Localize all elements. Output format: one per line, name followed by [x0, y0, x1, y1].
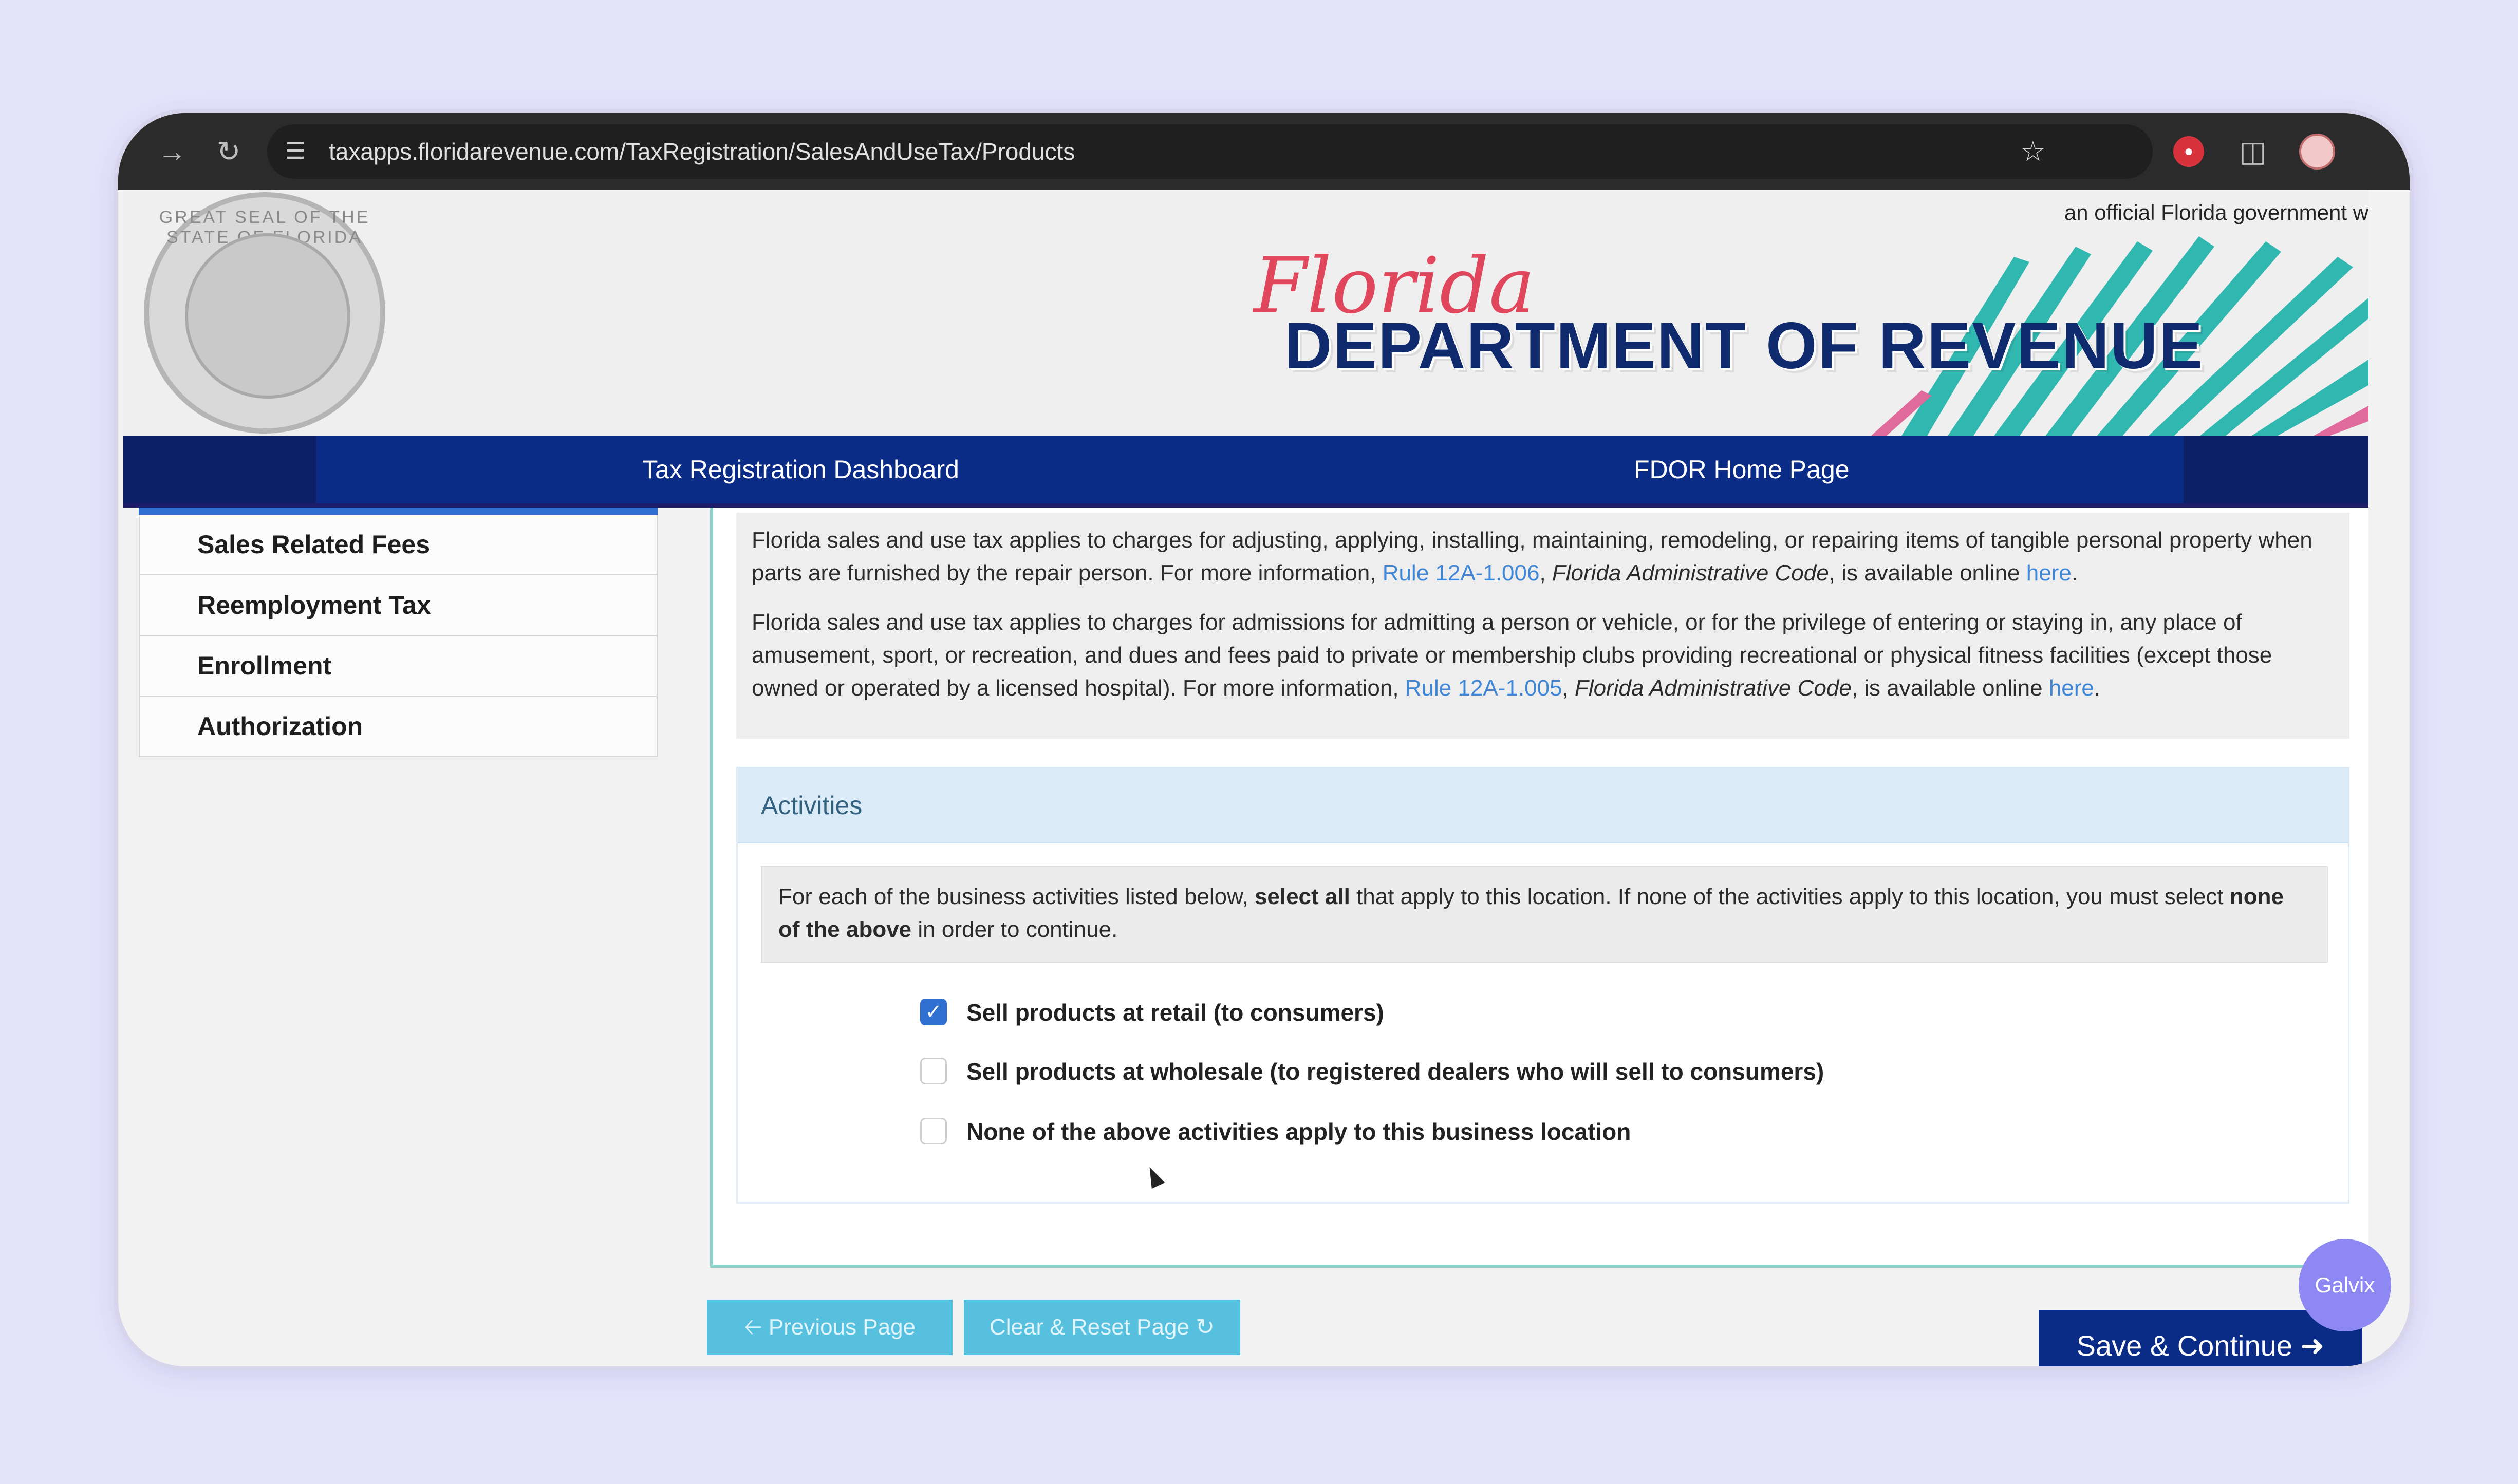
header-banner: GREAT SEAL OF THE STATE OF FLORIDA Flori…: [123, 190, 2368, 436]
info-code-name: Florida Administrative Code: [1575, 675, 1852, 701]
previous-page-label: Previous Page: [768, 1314, 916, 1340]
instruction-text: For each of the business activities list…: [778, 884, 1255, 909]
profile-avatar[interactable]: [2299, 134, 2335, 170]
nav-left-block: [123, 436, 316, 503]
address-bar[interactable]: ☰ taxapps.floridarevenue.com/TaxRegistra…: [267, 124, 2153, 179]
official-government-notice: an official Florida government w: [2064, 200, 2368, 224]
reload-icon[interactable]: ↻: [211, 134, 247, 170]
sidebar-active-rule: [139, 508, 658, 515]
activities-card: Activities For each of the business acti…: [736, 767, 2349, 1204]
here-link-admissions[interactable]: here: [2049, 675, 2094, 701]
nav-fdor-home-page[interactable]: FDOR Home Page: [1634, 436, 1850, 503]
puzzle-icon[interactable]: ◫: [2235, 134, 2271, 170]
option-none-label[interactable]: None of the above activities apply to th…: [966, 1114, 1631, 1150]
browser-toolbar: → ↻ ☰ taxapps.floridarevenue.com/TaxRegi…: [118, 113, 2410, 190]
info-text: .: [2094, 675, 2101, 701]
sidebar-item-enrollment[interactable]: Enrollment: [139, 636, 658, 697]
activities-instructions: For each of the business activities list…: [761, 866, 2328, 963]
galvix-badge[interactable]: Galvix: [2299, 1239, 2391, 1331]
rule-12a-1-005-link[interactable]: Rule 12A-1.005: [1405, 675, 1562, 701]
info-text: ,: [1562, 675, 1575, 701]
clear-reset-button[interactable]: Clear & Reset Page ↻: [964, 1300, 1240, 1355]
clear-reset-label: Clear & Reset Page: [990, 1314, 1189, 1340]
checkbox-wholesale[interactable]: [920, 1058, 947, 1084]
seal-center: [185, 233, 350, 399]
nav-right-block: [2184, 436, 2368, 503]
here-link-repairs[interactable]: here: [2026, 560, 2072, 586]
florida-seal-icon: GREAT SEAL OF THE STATE OF FLORIDA: [144, 192, 385, 434]
content-panel: Florida sales and use tax applies to cha…: [710, 508, 2368, 1268]
checkbox-retail[interactable]: ✓: [920, 999, 947, 1025]
info-paragraph-repairs: Florida sales and use tax applies to cha…: [752, 524, 2334, 590]
sidebar-item-sales-related-fees[interactable]: Sales Related Fees: [139, 515, 658, 575]
bookmark-star-icon[interactable]: ☆: [2016, 135, 2050, 168]
info-text: , is available online: [1851, 675, 2049, 701]
info-text: .: [2071, 560, 2078, 586]
info-paragraph-admissions: Florida sales and use tax applies to cha…: [752, 606, 2334, 705]
main-nav: Tax Registration Dashboard FDOR Home Pag…: [123, 436, 2368, 508]
instruction-text: that apply to this location. If none of …: [1350, 884, 2230, 909]
option-retail-label[interactable]: Sell products at retail (to consumers): [966, 994, 1384, 1030]
forward-icon[interactable]: →: [154, 134, 190, 170]
sidebar-item-reemployment-tax[interactable]: Reemployment Tax: [139, 575, 658, 636]
save-continue-label: Save & Continue: [2076, 1329, 2292, 1362]
instruction-text: in order to continue.: [911, 917, 1118, 942]
sidebar-item-authorization[interactable]: Authorization: [139, 697, 658, 757]
info-text: ,: [1539, 560, 1552, 586]
info-box: Florida sales and use tax applies to cha…: [736, 513, 2349, 739]
department-title: DEPARTMENT OF REVENUE: [1284, 309, 2204, 383]
browser-window: → ↻ ☰ taxapps.floridarevenue.com/TaxRegi…: [118, 113, 2410, 1366]
info-text: , is available online: [1829, 560, 2026, 586]
checkbox-none[interactable]: [920, 1118, 947, 1144]
extension-icon[interactable]: ●: [2173, 136, 2204, 167]
info-code-name: Florida Administrative Code: [1552, 560, 1829, 586]
activities-heading: Activities: [738, 768, 2348, 843]
previous-page-button[interactable]: 🡠 Previous Page: [707, 1300, 953, 1355]
instruction-bold: select all: [1254, 884, 1350, 909]
nav-tax-registration-dashboard[interactable]: Tax Registration Dashboard: [642, 436, 959, 503]
option-wholesale-label[interactable]: Sell products at wholesale (to registere…: [966, 1054, 1824, 1089]
sidebar: Sales Related Fees Reemployment Tax Enro…: [139, 508, 658, 757]
site-settings-icon[interactable]: ☰: [282, 138, 309, 165]
rule-12a-1-006-link[interactable]: Rule 12A-1.006: [1383, 560, 1540, 586]
url-text: taxapps.floridarevenue.com/TaxRegistrati…: [329, 138, 1075, 165]
